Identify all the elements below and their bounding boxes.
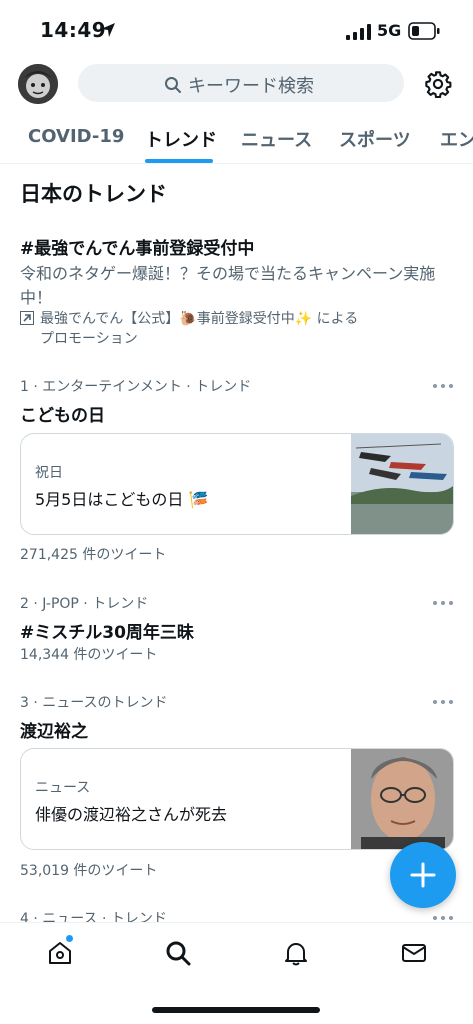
top-header: キーワード検索: [0, 62, 473, 108]
tab-trends[interactable]: トレンド: [145, 126, 217, 152]
explore-tabs: COVID-19 トレンド ニュース スポーツ エン: [0, 112, 473, 164]
bell-icon[interactable]: [282, 939, 310, 967]
promoted-description: 令和のネタゲー爆誕！？その場で当たるキャンペーン実施中！: [20, 264, 436, 307]
promoted-title: #最強でんでん事前登録受付中: [20, 239, 255, 259]
more-icon[interactable]: [432, 698, 454, 706]
compose-button[interactable]: [390, 842, 456, 908]
search-bar[interactable]: キーワード検索: [78, 64, 404, 102]
location-arrow-icon: [101, 23, 115, 37]
trend-card[interactable]: 祝日 5月5日はこどもの日 🎏: [20, 433, 454, 535]
notification-dot: [66, 935, 73, 942]
promoted-arrow-icon: [20, 311, 34, 325]
battery-icon: [408, 22, 440, 40]
card-thumbnail: [351, 749, 453, 849]
trend-title: 渡辺裕之: [20, 722, 88, 742]
network-type: 5G: [377, 21, 402, 40]
promoted-by: 最強でんでん【公式】🐌事前登録受付中✨ による プロモーション: [20, 309, 450, 349]
trend-title: #ミスチル30周年三昧: [20, 623, 194, 643]
card-category: ニュース: [35, 780, 91, 796]
trend-count: 53,019 件のツイート: [20, 863, 158, 879]
promoted-label: プロモーション: [40, 331, 138, 347]
signal-icon: [346, 24, 371, 40]
card-thumbnail: [351, 434, 453, 534]
trend-meta: 3 · ニュースのトレンド: [20, 695, 168, 711]
trend-count: 14,344 件のツイート: [20, 647, 158, 663]
home-icon[interactable]: [46, 939, 74, 967]
mail-icon[interactable]: [400, 939, 428, 967]
section-title: 日本のトレンド: [20, 182, 167, 206]
plus-icon: [410, 862, 436, 888]
gear-icon[interactable]: [424, 70, 452, 98]
trend-meta: 2 · J-POP · トレンド: [20, 596, 149, 612]
card-text: 5月5日はこどもの日 🎏: [35, 490, 209, 509]
trend-meta: 1 · エンターテインメント · トレンド: [20, 379, 252, 395]
search-nav-icon[interactable]: [164, 939, 192, 967]
more-icon[interactable]: [432, 382, 454, 390]
status-time: 14:49: [40, 18, 107, 42]
avatar[interactable]: [18, 64, 58, 104]
status-bar: 14:49 5G: [0, 0, 473, 60]
search-icon: [165, 77, 181, 93]
tab-entertainment[interactable]: エン: [440, 126, 473, 152]
home-indicator: [152, 1007, 320, 1013]
bottom-navigation: [0, 922, 473, 1024]
trend-title: こどもの日: [20, 406, 105, 426]
promoted-by-line: 最強でんでん【公式】🐌事前登録受付中✨ による: [40, 311, 359, 327]
search-placeholder: キーワード検索: [188, 76, 314, 97]
more-icon[interactable]: [432, 914, 454, 922]
card-text: 俳優の渡辺裕之さんが死去: [35, 805, 228, 824]
tab-covid19[interactable]: COVID-19: [28, 126, 124, 147]
tab-sports[interactable]: スポーツ: [339, 126, 411, 152]
tab-news[interactable]: ニュース: [241, 126, 312, 152]
card-category: 祝日: [35, 465, 63, 481]
more-icon[interactable]: [432, 599, 454, 607]
trend-count: 271,425 件のツイート: [20, 547, 167, 563]
avatar-image: [18, 64, 58, 104]
active-tab-indicator: [145, 159, 213, 163]
trend-card[interactable]: ニュース 俳優の渡辺裕之さんが死去: [20, 748, 454, 850]
